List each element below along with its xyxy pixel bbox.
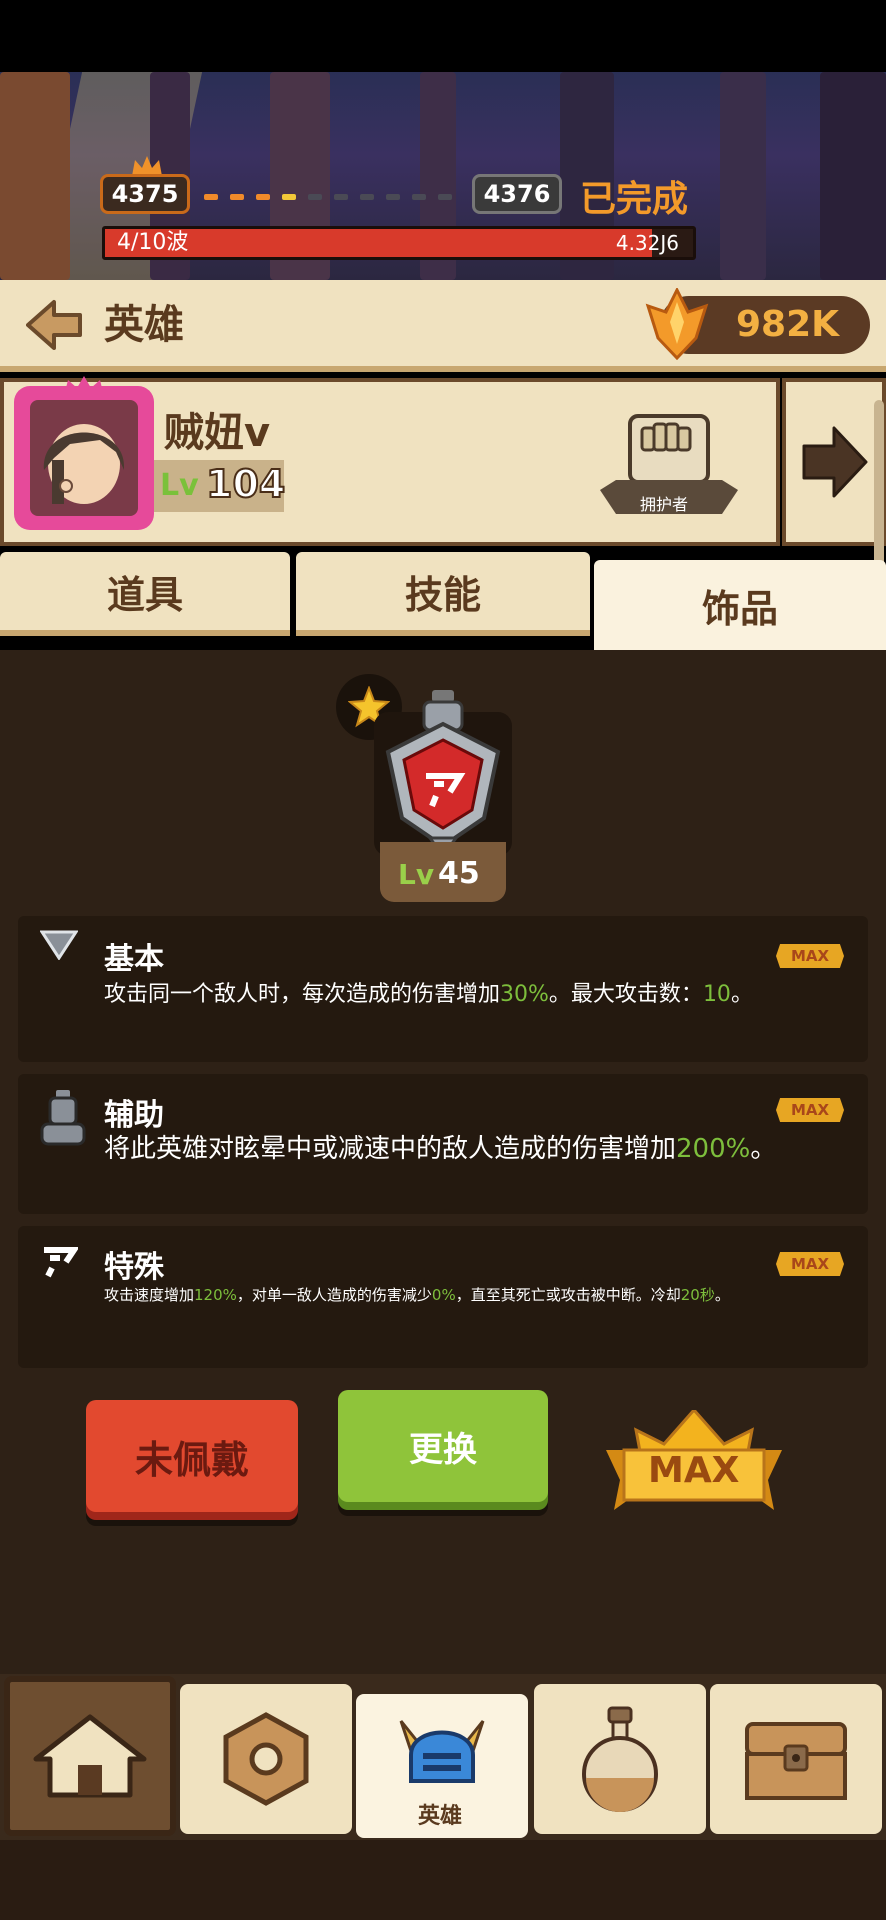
change-label: 更换: [409, 1429, 477, 1470]
stat-title: 特殊: [104, 1250, 164, 1285]
tab-items[interactable]: 道具: [0, 552, 290, 636]
knight-helmet-icon: [399, 1720, 485, 1783]
crown-icon: [132, 156, 162, 176]
stage-progress-dash: [412, 194, 426, 200]
hero-name: 贼妞v: [164, 410, 271, 456]
next-stage-badge: 4376: [472, 174, 562, 214]
tab-label: 道具: [106, 572, 183, 617]
nav-potion[interactable]: [534, 1684, 706, 1834]
home-icon: [33, 1714, 147, 1798]
stat-description: 攻击速度增加120%，对单一敌人造成的伤害减少0%，直至其死亡或攻击被中断。冷却…: [104, 1286, 730, 1304]
footer-strip: [0, 1840, 886, 1920]
accessory-level-label: Lv: [398, 858, 435, 891]
unequip-label: 未佩戴: [134, 1437, 249, 1482]
shield-tip-icon: [40, 930, 78, 960]
current-stage-text: 4375: [111, 180, 179, 208]
stage-progress-dash: [282, 194, 296, 200]
amulet-icon: [385, 690, 501, 859]
max-badge: MAX: [776, 1252, 844, 1276]
accessory-level: 45: [438, 856, 480, 891]
wave-progress-bar: 4/10波 4.32J6: [102, 226, 696, 260]
stage-progress-dash: [360, 194, 374, 200]
change-button[interactable]: 更换: [338, 1390, 548, 1502]
hex-nut-icon: [223, 1712, 309, 1806]
stat-title: 基本: [104, 942, 164, 977]
hero-level: 104: [205, 461, 286, 507]
page-title: 英雄: [104, 302, 184, 348]
current-stage-badge: 4375: [100, 174, 190, 214]
stage-progress-dash: [438, 194, 452, 200]
tab-label: 饰品: [701, 586, 778, 631]
stage-progress-dash: [230, 194, 244, 200]
back-arrow-icon[interactable]: [26, 296, 84, 354]
tab-label: 技能: [404, 572, 481, 617]
nav-gear[interactable]: [180, 1684, 352, 1834]
stage-progress-dash: [308, 194, 322, 200]
currency-value: 982K: [736, 304, 840, 345]
stage-progress-dash: [256, 194, 270, 200]
nav-hero-label: 英雄: [418, 1804, 463, 1829]
hero-role: 拥护者: [640, 495, 689, 514]
stat-description: 攻击同一个敌人时，每次造成的伤害增加30%。最大攻击数：10。: [104, 982, 753, 1007]
crown-icon: [64, 376, 104, 396]
damage-value: 4.32J6: [615, 231, 679, 255]
max-badge: MAX: [776, 944, 844, 968]
nav-home[interactable]: [4, 1676, 176, 1836]
stat-description: 将此英雄对眩晕中或减速中的敌人造成的伤害增加200%。: [104, 1134, 777, 1164]
next-arrow-icon: [802, 426, 868, 498]
tab-accessories[interactable]: 饰品: [594, 560, 886, 650]
next-stage-text: 4376: [483, 180, 551, 208]
max-badge: MAX: [776, 1098, 844, 1122]
crystal-icon: [645, 288, 709, 360]
stage-progress-dash: [386, 194, 400, 200]
stage-progress-dash: [204, 194, 218, 200]
max-level-text: MAX: [648, 1450, 740, 1491]
hero-level-label: Lv: [160, 468, 199, 503]
treasure-chest-icon: [745, 1722, 847, 1800]
nav-chest[interactable]: [710, 1684, 882, 1834]
potion-icon: [582, 1706, 658, 1812]
bottle-cap-icon: [40, 1090, 86, 1146]
wave-text: 4/10波: [117, 230, 189, 255]
rune-icon: [44, 1247, 78, 1278]
tab-skills[interactable]: 技能: [296, 552, 590, 636]
stage-progress-dash: [334, 194, 348, 200]
avatar: [30, 400, 138, 516]
unequip-button[interactable]: 未佩戴: [86, 1400, 298, 1512]
stage-status: 已完成: [580, 179, 689, 220]
